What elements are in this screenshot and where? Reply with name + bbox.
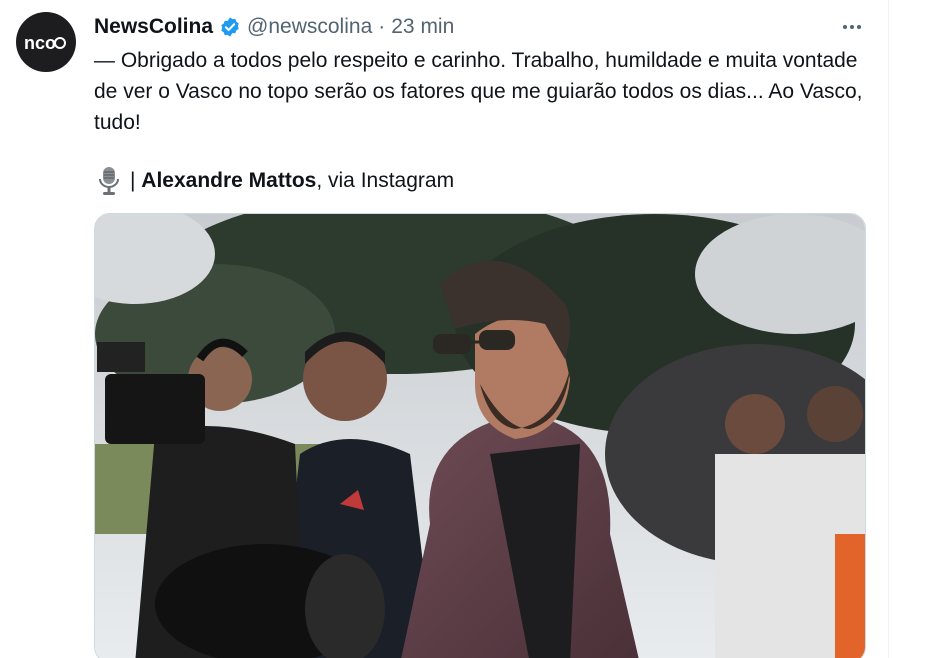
avatar-logo: nco [24,33,66,53]
more-dot [843,25,847,29]
avatar-logo-text: nco [24,33,56,53]
display-name[interactable]: NewsColina [94,15,213,39]
more-dot [857,25,861,29]
photo-scene [95,214,865,658]
more-options-icon[interactable] [836,12,868,42]
credit-name: Alexandre Mattos [141,169,317,192]
credit-suffix: , via Instagram [316,169,455,192]
microphone-icon [99,167,119,195]
more-dot [850,25,854,29]
tweet-header: NewsColina @newscolina · 23 min [94,12,454,42]
tweet-photo[interactable] [94,213,866,658]
tweet-text: — Obrigado a todos pelo respeito e carin… [94,49,863,134]
column-divider [888,0,889,658]
avatar[interactable]: nco [16,12,76,72]
timestamp[interactable]: 23 min [391,15,454,39]
quote-credit: | Alexandre Mattos , via Instagram [96,165,454,197]
separator-dot: · [378,15,386,38]
handle[interactable]: @newscolina [247,15,372,39]
credit-prefix: | [130,169,142,192]
verified-badge-icon [221,17,239,37]
